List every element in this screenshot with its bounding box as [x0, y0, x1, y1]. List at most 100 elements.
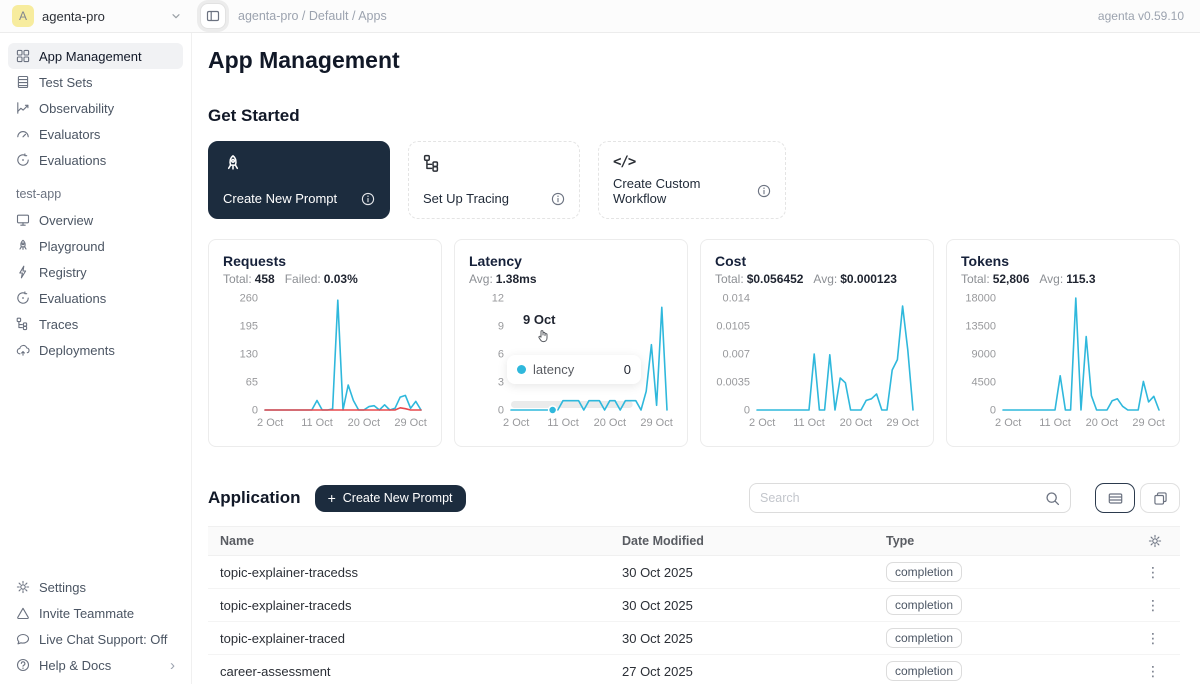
sidebar-item-evaluators[interactable]: Evaluators	[8, 121, 183, 147]
topbar: A agenta-pro agenta-pro / Default / Apps…	[0, 0, 1200, 33]
sidebar-toggle-button[interactable]	[200, 3, 226, 29]
evaluations-icon	[16, 153, 30, 167]
cell-date-modified: 27 Oct 2025	[610, 664, 874, 679]
workspace-selector[interactable]: A agenta-pro	[0, 5, 192, 27]
metric-stat: Total:52,806	[961, 272, 1029, 286]
sidebar-item-label: Playground	[39, 239, 105, 254]
metric-title: Tokens	[961, 253, 1165, 269]
sidebar-item-registry[interactable]: Registry	[8, 259, 183, 285]
sidebar-item-label: Invite Teammate	[39, 606, 134, 621]
info-icon[interactable]	[757, 184, 771, 198]
type-badge: completion	[886, 661, 962, 681]
metric-stat: Failed:0.03%	[285, 272, 358, 286]
svg-text:29 Oct: 29 Oct	[640, 417, 672, 429]
cell-type: completion	[874, 562, 1130, 582]
table-row-topic-explainer-traceds[interactable]: topic-explainer-traceds30 Oct 2025comple…	[208, 589, 1180, 622]
row-actions-button[interactable]: ⋮	[1130, 597, 1180, 614]
sidebar-item-live-chat-support-off[interactable]: Live Chat Support: Off	[8, 626, 183, 652]
metric-chart[interactable]: 1296302 Oct11 Oct20 Oct29 Oct	[469, 292, 673, 437]
sidebar-item-label: App Management	[39, 49, 142, 64]
sidebar-item-playground[interactable]: Playground	[8, 233, 183, 259]
svg-text:0.0105: 0.0105	[716, 321, 750, 333]
info-icon[interactable]	[361, 192, 375, 206]
table-view-button[interactable]	[1095, 483, 1135, 513]
metric-card-tokens: TokensTotal:52,806Avg:115.31800013500900…	[946, 239, 1180, 447]
column-header-name: Name	[208, 534, 610, 548]
create-new-prompt-button[interactable]: + Create New Prompt	[315, 485, 466, 512]
svg-text:6: 6	[498, 349, 504, 361]
chevron-right-icon: ›	[170, 658, 175, 673]
table-row-topic-explainer-traced[interactable]: topic-explainer-traced30 Oct 2025complet…	[208, 622, 1180, 655]
sidebar-item-label: Deployments	[39, 343, 115, 358]
table-row-topic-explainer-tracedss[interactable]: topic-explainer-tracedss30 Oct 2025compl…	[208, 556, 1180, 589]
metric-stat: Avg:$0.000123	[813, 272, 897, 286]
gear-icon	[16, 580, 30, 594]
view-toggle	[1095, 483, 1180, 513]
search-icon[interactable]	[1045, 491, 1060, 506]
sidebar-item-label: Registry	[39, 265, 87, 280]
get-started-heading: Get Started	[208, 106, 1180, 126]
svg-text:12: 12	[492, 293, 504, 305]
row-actions-button[interactable]: ⋮	[1130, 663, 1180, 680]
sidebar-item-evaluations[interactable]: Evaluations	[8, 285, 183, 311]
svg-text:20 Oct: 20 Oct	[348, 417, 380, 429]
sidebar-item-settings[interactable]: Settings	[8, 574, 183, 600]
triangle-icon	[16, 606, 30, 620]
cell-type: completion	[874, 628, 1130, 648]
sidebar-app-section-label: test-app	[16, 187, 183, 201]
sidebar-item-observability[interactable]: Observability	[8, 95, 183, 121]
type-badge: completion	[886, 595, 962, 615]
search-input[interactable]	[760, 491, 1045, 505]
svg-text:13500: 13500	[965, 321, 996, 333]
sidebar-item-help-docs[interactable]: Help & Docs›	[8, 652, 183, 678]
sidebar-item-deployments[interactable]: Deployments	[8, 337, 183, 363]
cell-name: topic-explainer-tracedss	[208, 565, 610, 580]
card-label: Create New Prompt	[223, 191, 337, 206]
applications-table: Name Date Modified Type topic-explainer-…	[208, 526, 1180, 684]
sidebar-item-traces[interactable]: Traces	[8, 311, 183, 337]
metric-chart[interactable]: 0.0140.01050.0070.003502 Oct11 Oct20 Oct…	[715, 292, 919, 437]
sidebar-item-evaluations[interactable]: Evaluations	[8, 147, 183, 173]
sidebar-item-test-sets[interactable]: Test Sets	[8, 69, 183, 95]
cell-date-modified: 30 Oct 2025	[610, 631, 874, 646]
breadcrumb: agenta-pro / Default / Apps	[238, 9, 387, 23]
sidebar-item-invite-teammate[interactable]: Invite Teammate	[8, 600, 183, 626]
table-row-career-assessment[interactable]: career-assessment27 Oct 2025completion⋮	[208, 655, 1180, 684]
sidebar: App ManagementTest SetsObservabilityEval…	[0, 33, 192, 684]
svg-text:2 Oct: 2 Oct	[995, 417, 1021, 429]
cell-name: topic-explainer-traced	[208, 631, 610, 646]
svg-text:2 Oct: 2 Oct	[503, 417, 529, 429]
create-custom-workflow-card[interactable]: </> Create Custom Workflow	[598, 141, 786, 219]
svg-text:18000: 18000	[965, 293, 996, 305]
svg-text:0.007: 0.007	[722, 349, 750, 361]
card-view-button[interactable]	[1140, 483, 1180, 513]
help-icon	[16, 658, 30, 672]
row-actions-button[interactable]: ⋮	[1130, 564, 1180, 581]
metric-chart[interactable]: 18000135009000450002 Oct11 Oct20 Oct29 O…	[961, 292, 1165, 437]
sidebar-item-overview[interactable]: Overview	[8, 207, 183, 233]
sidebar-item-label: Live Chat Support: Off	[39, 632, 167, 647]
column-header-type: Type	[874, 534, 1130, 548]
cell-type: completion	[874, 595, 1130, 615]
sidebar-item-label: Overview	[39, 213, 93, 228]
create-new-prompt-card[interactable]: Create New Prompt	[208, 141, 390, 219]
gauge-icon	[16, 127, 30, 141]
svg-text:65: 65	[246, 377, 258, 389]
metric-stat: Total:458	[223, 272, 275, 286]
panel-icon	[206, 9, 220, 23]
set-up-tracing-card[interactable]: Set Up Tracing	[408, 141, 580, 219]
cell-date-modified: 30 Oct 2025	[610, 565, 874, 580]
table-settings-button[interactable]	[1130, 534, 1180, 548]
metric-title: Latency	[469, 253, 673, 269]
svg-text:20 Oct: 20 Oct	[1086, 417, 1118, 429]
metric-chart[interactable]: 2601951306502 Oct11 Oct20 Oct29 Oct	[223, 292, 427, 437]
svg-text:20 Oct: 20 Oct	[840, 417, 872, 429]
svg-text:3: 3	[498, 377, 504, 389]
row-actions-button[interactable]: ⋮	[1130, 630, 1180, 647]
testsets-icon	[16, 75, 30, 89]
get-started-cards: Create New Prompt Set Up Tracing </> Cre…	[208, 141, 1180, 219]
svg-text:29 Oct: 29 Oct	[394, 417, 426, 429]
info-icon[interactable]	[551, 192, 565, 206]
sidebar-item-app-management[interactable]: App Management	[8, 43, 183, 69]
svg-text:20 Oct: 20 Oct	[594, 417, 626, 429]
